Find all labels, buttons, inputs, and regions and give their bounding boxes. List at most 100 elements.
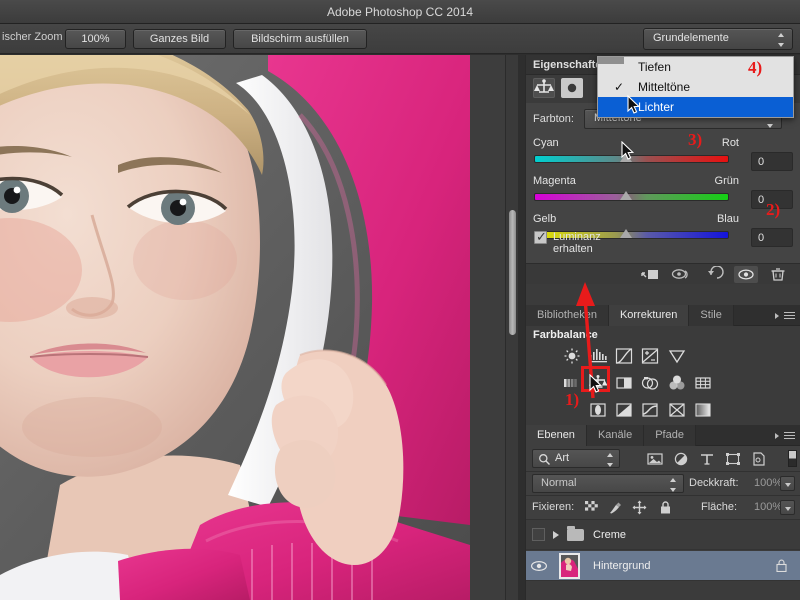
menu-item-mitteltoene[interactable]: ✓ Mitteltöne (598, 77, 793, 97)
menu-item-tiefen[interactable]: Tiefen (598, 57, 793, 77)
color-lookup-icon[interactable] (693, 374, 713, 392)
fill-screen-button[interactable]: Bildschirm ausfüllen (233, 29, 367, 49)
shape-filter-icon[interactable] (724, 451, 742, 467)
menu-item-label: Lichter (638, 100, 674, 114)
photo-filter-icon[interactable] (640, 374, 660, 392)
slider-left-label: Magenta (533, 175, 576, 187)
mouse-cursor-adjustment (589, 374, 602, 393)
lock-pixels-icon[interactable] (608, 500, 623, 515)
layer-filter-row: Art (526, 446, 800, 472)
type-filter-icon[interactable] (698, 451, 716, 467)
fill-value[interactable]: 100% (754, 501, 782, 513)
menu-item-label: Mitteltöne (638, 80, 690, 94)
slider-handle[interactable] (620, 227, 633, 238)
slider-value-field[interactable]: 0 (751, 228, 793, 247)
layer-name: Hintergrund (593, 560, 650, 572)
threshold-icon[interactable] (640, 401, 660, 419)
lock-position-icon[interactable] (632, 500, 647, 515)
workspace-selector[interactable]: Grundelemente (643, 28, 793, 50)
lock-label: Fixieren: (532, 501, 574, 513)
lock-all-icon[interactable] (658, 500, 673, 515)
mouse-cursor-dropdown (621, 141, 634, 160)
opacity-chevron-icon[interactable] (780, 476, 795, 491)
selective-color-icon[interactable] (667, 401, 687, 419)
blend-mode-row: Normal Deckkraft: 100% (526, 472, 800, 496)
visibility-eye-icon[interactable] (734, 266, 758, 283)
slider-magenta-green: Magenta Grün 0 (526, 175, 800, 213)
toggle-preview-icon[interactable] (669, 266, 693, 283)
layer-visibility-toggle[interactable] (532, 528, 545, 541)
color-balance-controls: Farbton: Mitteltöne Cyan Rot 0 (526, 103, 800, 284)
table-row[interactable]: Creme (526, 520, 800, 550)
fit-image-button[interactable]: Ganzes Bild (133, 29, 226, 49)
mouse-cursor-menu (627, 95, 640, 114)
window-title: Adobe Photoshop CC 2014 (0, 0, 800, 24)
slider-cyan-red: Cyan Rot 0 (526, 137, 800, 175)
annotation-4: 4) (748, 58, 762, 78)
chevron-updown-icon (607, 453, 614, 467)
slider-value-field[interactable]: 0 (751, 152, 793, 171)
tab-stile[interactable]: Stile (689, 305, 733, 326)
search-icon (538, 453, 551, 466)
slider-value: 0 (758, 194, 764, 206)
zoom-mode-label: ischer Zoom (2, 31, 63, 43)
vibrance-icon[interactable] (667, 347, 687, 365)
chevron-right-icon[interactable] (553, 531, 559, 539)
lock-icon (776, 559, 787, 572)
photoshop-window: Adobe Photoshop CC 2014 ischer Zoom 100%… (0, 0, 800, 600)
workspace-value: Grundelemente (653, 32, 729, 44)
eye-icon (530, 560, 548, 572)
lock-row: Fixieren: (526, 496, 800, 520)
scrollbar-thumb[interactable] (509, 210, 516, 335)
opacity-label: Deckkraft: (689, 477, 739, 489)
adjustment-filter-icon[interactable] (672, 451, 690, 467)
options-bar: ischer Zoom 100% Ganzes Bild Bildschirm … (0, 24, 800, 54)
preserve-luminosity-label: Luminanz erhalten (553, 231, 601, 255)
clip-to-layer-icon[interactable] (638, 266, 662, 283)
tab-ebenen[interactable]: Ebenen (526, 425, 587, 446)
lock-transparency-icon[interactable] (584, 500, 599, 515)
smartobject-filter-icon[interactable] (750, 451, 768, 467)
layer-thumbnail[interactable] (559, 553, 580, 579)
tone-label: Farbton: (533, 113, 574, 125)
slider-handle[interactable] (620, 189, 633, 200)
slider-right-label: Rot (722, 137, 739, 149)
slider-value: 0 (758, 232, 764, 244)
filter-kind-dropdown[interactable]: Art (532, 449, 620, 468)
gradient-map-icon[interactable] (693, 401, 713, 419)
reset-icon[interactable] (700, 266, 724, 283)
layers-tab-row: Ebenen Kanäle Pfade (526, 425, 800, 446)
exposure-icon[interactable] (640, 347, 660, 365)
blend-mode-dropdown[interactable]: Normal (532, 474, 684, 493)
delete-trash-icon[interactable] (766, 266, 790, 283)
layer-visibility-toggle[interactable] (526, 551, 552, 581)
tab-korrekturen[interactable]: Korrekturen (609, 305, 689, 326)
layer-name: Creme (593, 529, 626, 541)
mask-circle-icon[interactable] (561, 78, 583, 98)
preserve-luminosity-checkbox[interactable] (534, 231, 547, 244)
check-icon: ✓ (614, 77, 624, 97)
chevron-updown-icon (670, 478, 677, 492)
panel-menu-icon[interactable] (782, 430, 796, 441)
layers-panel: Ebenen Kanäle Pfade Art (526, 425, 800, 600)
filter-kind-value: Art (555, 452, 569, 464)
canvas-vertical-scrollbar[interactable] (505, 55, 518, 600)
slider-right-label: Grün (715, 175, 739, 187)
blend-mode-value: Normal (541, 477, 576, 489)
table-row[interactable]: Hintergrund (526, 551, 800, 581)
document-canvas[interactable] (0, 55, 510, 600)
color-balance-icon[interactable] (533, 78, 555, 98)
pixel-filter-icon[interactable] (646, 451, 664, 467)
channel-mixer-icon[interactable] (667, 374, 687, 392)
fill-chevron-icon[interactable] (780, 500, 795, 515)
filter-toggle-switch[interactable] (788, 450, 797, 467)
fill-label: Fläche: (701, 501, 737, 513)
panel-menu-icon[interactable] (782, 310, 796, 321)
opacity-value[interactable]: 100% (754, 477, 782, 489)
tab-pfade[interactable]: Pfade (644, 425, 696, 446)
folder-icon (567, 529, 584, 541)
tab-kanaele[interactable]: Kanäle (587, 425, 644, 446)
menu-item-label: Tiefen (638, 60, 671, 74)
slider-right-label: Blau (717, 213, 739, 225)
zoom-100-button[interactable]: 100% (65, 29, 126, 49)
